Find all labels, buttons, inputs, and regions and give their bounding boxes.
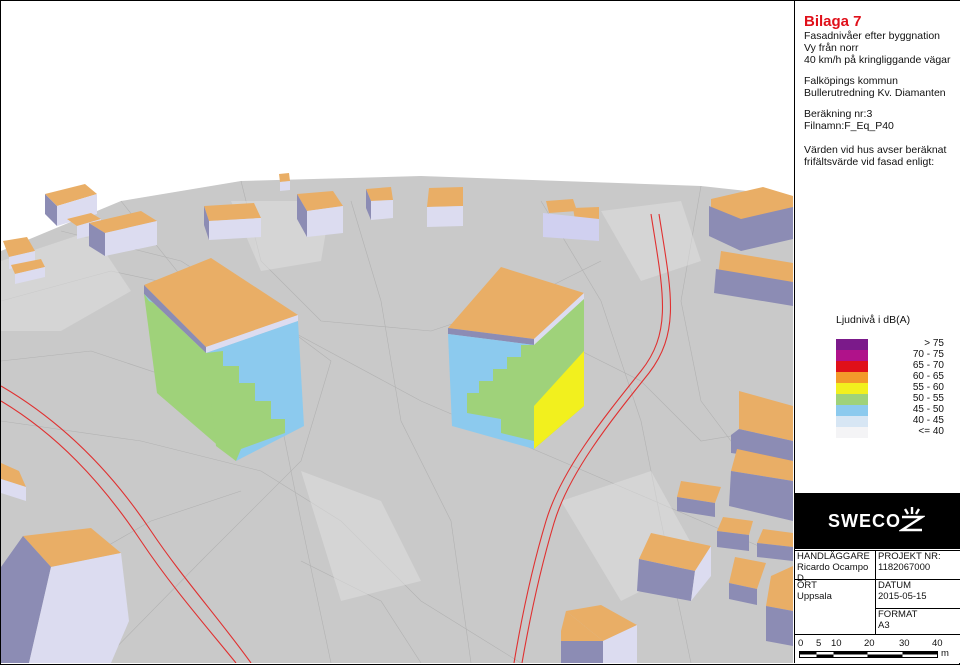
datum-label: DATUM xyxy=(878,580,912,591)
logo-symbol-icon xyxy=(899,507,925,532)
noise-map-3d-view xyxy=(1,1,793,663)
project-line: Falköpings kommun xyxy=(804,75,898,87)
legend-label: 70 - 75 xyxy=(912,349,944,360)
scale-tick-label: 5 xyxy=(816,638,822,649)
legend-label: <= 40 xyxy=(918,426,944,437)
legend-swatch xyxy=(836,372,868,383)
project-block: Falköpings kommun Bullerutredning Kv. Di… xyxy=(804,75,946,99)
scale-tick-label: 0 xyxy=(798,638,804,649)
note-block: Värden vid hus avser beräknat frifältsvä… xyxy=(804,144,946,168)
subtitle-line: 40 km/h på kringliggande vägar xyxy=(804,54,951,66)
legend-swatch xyxy=(836,427,868,438)
projekt-label: PROJEKT NR: xyxy=(878,551,941,562)
note-line: frifältsvärde vid fasad enligt: xyxy=(804,156,935,168)
logo-wordmark: SWECO xyxy=(828,511,902,531)
calc-block: Beräkning nr:3 Filnamn:F_Eq_P40 xyxy=(804,108,894,132)
ort-value: Uppsala xyxy=(797,591,832,602)
scale-unit: m xyxy=(941,648,949,659)
legend-swatch xyxy=(836,394,868,405)
legend-swatch xyxy=(836,361,868,372)
legend-label: 40 - 45 xyxy=(912,415,944,426)
scale-tick-label: 30 xyxy=(899,638,910,649)
map-title: Bilaga 7 xyxy=(804,13,862,30)
legend-swatch xyxy=(836,339,868,350)
scale-bar-graphic xyxy=(799,651,938,658)
legend-swatch xyxy=(836,405,868,416)
legend-item: <= 40 xyxy=(836,426,956,438)
legend-label: 50 - 55 xyxy=(912,393,944,404)
format-value: A3 xyxy=(878,620,890,631)
legend-label: 60 - 65 xyxy=(912,371,944,382)
note-line: Värden vid hus avser beräknat xyxy=(804,144,947,156)
scale-tick-label: 10 xyxy=(831,638,842,649)
scale-bar: 0 5 10 20 30 40 m xyxy=(795,634,960,665)
datum-cell: DATUM 2015-05-15 xyxy=(875,579,960,608)
calc-line: Beräkning nr:3 xyxy=(804,108,873,120)
projekt-value: 1182067000 xyxy=(878,562,931,573)
legend-swatch xyxy=(836,350,868,361)
ort-label: ORT xyxy=(797,580,817,591)
project-line: Bullerutredning Kv. Diamanten xyxy=(804,87,946,99)
subtitle-block: Fasadnivåer efter byggnation Vy från nor… xyxy=(804,30,951,66)
format-label: FORMAT xyxy=(878,609,918,620)
projekt-cell: PROJEKT NR: 1182067000 xyxy=(875,550,960,579)
sweco-logo: SWECO xyxy=(795,493,960,549)
ort-cell: ORT Uppsala xyxy=(795,579,877,602)
datum-value: 2015-05-15 xyxy=(878,591,927,602)
calc-line: Filnamn:F_Eq_P40 xyxy=(804,120,894,132)
legend-label: 45 - 50 xyxy=(912,404,944,415)
legend-label: 65 - 70 xyxy=(912,360,944,371)
legend-label: 55 - 60 xyxy=(912,382,944,393)
handlaggare-label: HANDLÄGGARE xyxy=(797,551,870,562)
scale-tick-label: 20 xyxy=(864,638,875,649)
legend-title: Ljudnivå i dB(A) xyxy=(836,314,911,326)
legend-swatch xyxy=(836,383,868,394)
info-panel: Bilaga 7 Fasadnivåer efter byggnation Vy… xyxy=(794,1,960,663)
subtitle-line: Vy från norr xyxy=(804,42,859,54)
legend-label: > 75 xyxy=(924,338,944,349)
subtitle-line: Fasadnivåer efter byggnation xyxy=(804,30,941,42)
format-cell: FORMAT A3 xyxy=(875,608,960,634)
legend-swatch xyxy=(836,416,868,427)
